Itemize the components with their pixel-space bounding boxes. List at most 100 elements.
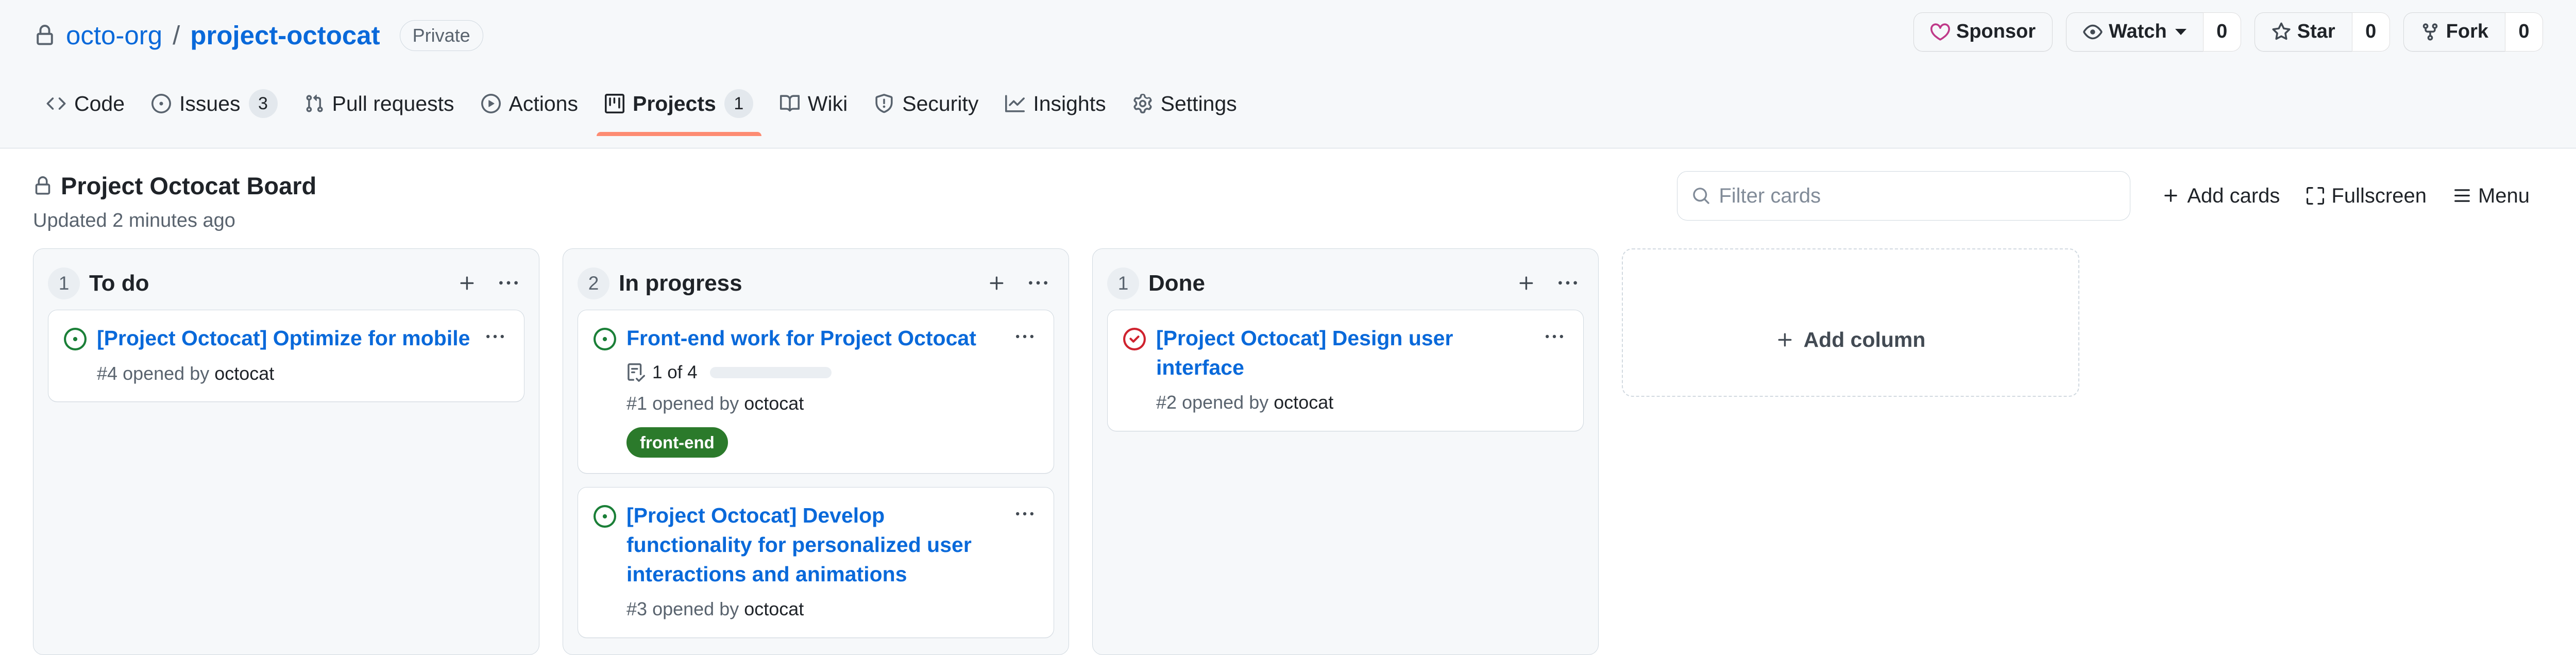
column-header: 1 To do (33, 249, 539, 310)
watch-button[interactable]: Watch (2066, 12, 2203, 52)
breadcrumb: octo-org / project-octocat Private (33, 20, 483, 52)
card-meta-text: opened by (652, 392, 739, 414)
board-column-done: 1 Done [Project Octocat] Design user int… (1092, 248, 1599, 655)
plus-icon (2162, 187, 2180, 205)
project-header: Project Octocat Board Updated 2 minutes … (0, 148, 2576, 239)
card-author: octocat (1274, 392, 1334, 413)
nav-item-pull-requests[interactable]: Pull requests (291, 77, 468, 130)
column-card-count: 1 (1107, 267, 1139, 299)
github-project-board-page: octo-org / project-octocat Private Spons… (0, 0, 2576, 655)
nav-item-settings[interactable]: Settings (1120, 77, 1250, 130)
nav-item-projects[interactable]: Projects 1 (591, 77, 767, 136)
column-add-card-button[interactable] (1511, 267, 1543, 299)
star-button[interactable]: Star (2254, 12, 2352, 52)
kebab-horizontal-icon (1558, 281, 1577, 285)
column-add-card-button[interactable] (981, 267, 1013, 299)
card-menu-button[interactable] (1010, 502, 1039, 527)
column-header: 2 In progress (563, 249, 1069, 310)
add-cards-button[interactable]: Add cards (2149, 176, 2293, 216)
column-header: 1 Done (1093, 249, 1598, 310)
nav-item-label: Code (74, 91, 125, 115)
card-issue-number: #1 (626, 392, 648, 414)
star-button-group: Star 0 (2254, 12, 2390, 52)
card-meta-text: opened by (1182, 392, 1269, 413)
card-meta-text: opened by (123, 362, 210, 384)
card-header: [Project Octocat] Optimize for mobile (63, 324, 510, 353)
card-tasklist-progress: 1 of 4 (626, 362, 1039, 383)
project-card[interactable]: [Project Octocat] Develop functionality … (578, 487, 1054, 638)
repository-actions: Sponsor Watch 0 Star 0 Fork 0 (1913, 12, 2543, 52)
add-column-label-wrap: Add column (1776, 328, 1925, 352)
issue-opened-icon (592, 327, 617, 351)
card-menu-button[interactable] (1540, 325, 1569, 349)
card-body: 1 of 4 #1 opened by octocat front-end (592, 362, 1039, 458)
card-title-link[interactable]: [Project Octocat] Develop functionality … (626, 501, 1001, 589)
fork-icon (2420, 22, 2440, 42)
column-card-list: Front-end work for Project Octocat 1 of … (563, 310, 1069, 654)
card-meta-text: opened by (652, 598, 739, 620)
tasklist-icon (626, 363, 645, 382)
card-title-link[interactable]: [Project Octocat] Optimize for mobile (97, 324, 471, 353)
nav-item-actions[interactable]: Actions (468, 77, 591, 130)
nav-item-issues[interactable]: Issues 3 (138, 77, 291, 130)
nav-item-label: Issues (179, 91, 241, 115)
column-menu-button[interactable] (1022, 267, 1054, 299)
project-toolbar: Add cards Fullscreen Menu (1677, 171, 2543, 221)
label-chip[interactable]: front-end (626, 427, 728, 458)
card-issue-number: #3 (626, 598, 648, 620)
column-name: In progress (619, 271, 742, 296)
sponsor-button[interactable]: Sponsor (1913, 12, 2053, 52)
issue-closed-icon (1122, 327, 1147, 351)
card-title-link[interactable]: Front-end work for Project Octocat (626, 324, 1001, 353)
column-card-list: [Project Octocat] Optimize for mobile #4… (33, 310, 539, 654)
shield-icon (874, 94, 894, 113)
card-author: octocat (744, 598, 804, 620)
add-cards-label: Add cards (2187, 184, 2280, 207)
card-header: Front-end work for Project Octocat (592, 324, 1039, 353)
plus-icon (990, 276, 1004, 290)
nav-item-insights[interactable]: Insights (992, 77, 1119, 130)
filter-cards-box[interactable] (1677, 171, 2131, 221)
card-author: octocat (214, 362, 275, 384)
git-pull-request-icon (304, 94, 324, 113)
card-meta: #3 opened by octocat (626, 597, 1039, 622)
repo-name-link[interactable]: project-octocat (190, 20, 380, 51)
kebab-horizontal-icon (1016, 334, 1033, 339)
watch-button-label: Watch (2109, 21, 2167, 42)
project-card[interactable]: [Project Octocat] Optimize for mobile #4… (48, 310, 524, 402)
project-card[interactable]: [Project Octocat] Design user interface … (1107, 310, 1584, 431)
add-column-button[interactable]: Add column (1622, 248, 2079, 397)
menu-button[interactable]: Menu (2440, 176, 2543, 216)
kebab-horizontal-icon (486, 334, 504, 339)
nav-counter-projects: 1 (724, 89, 753, 118)
card-meta: #4 opened by octocat (97, 361, 510, 387)
code-icon (46, 94, 66, 113)
search-input[interactable] (1719, 184, 2116, 208)
nav-item-wiki[interactable]: Wiki (767, 77, 861, 130)
card-title-link[interactable]: [Project Octocat] Design user interface (1156, 324, 1531, 382)
column-menu-button[interactable] (493, 267, 524, 299)
card-body: #3 opened by octocat (592, 597, 1039, 622)
fullscreen-button[interactable]: Fullscreen (2293, 176, 2440, 216)
card-menu-button[interactable] (481, 325, 510, 349)
star-count[interactable]: 0 (2351, 12, 2390, 52)
board-column-in-progress: 2 In progress Front-end work for Project… (563, 248, 1069, 655)
fork-count[interactable]: 0 (2505, 12, 2543, 52)
column-card-count: 1 (48, 267, 80, 299)
card-menu-button[interactable] (1010, 325, 1039, 349)
card-meta: #1 opened by octocat (626, 391, 1039, 416)
repo-owner-link[interactable]: octo-org (66, 20, 162, 51)
repository-header: octo-org / project-octocat Private Spons… (0, 0, 2576, 148)
column-menu-button[interactable] (1552, 267, 1584, 299)
fork-button[interactable]: Fork (2403, 12, 2505, 52)
nav-item-code[interactable]: Code (33, 77, 138, 130)
column-add-card-button[interactable] (451, 267, 483, 299)
nav-counter-issues: 3 (248, 89, 278, 118)
menu-label: Menu (2478, 184, 2530, 207)
project-card[interactable]: Front-end work for Project Octocat 1 of … (578, 310, 1054, 474)
chevron-down-icon (2175, 28, 2187, 35)
kebab-horizontal-icon (1546, 334, 1563, 339)
nav-item-security[interactable]: Security (861, 77, 992, 130)
watch-count[interactable]: 0 (2202, 12, 2241, 52)
nav-item-label: Settings (1160, 91, 1237, 115)
